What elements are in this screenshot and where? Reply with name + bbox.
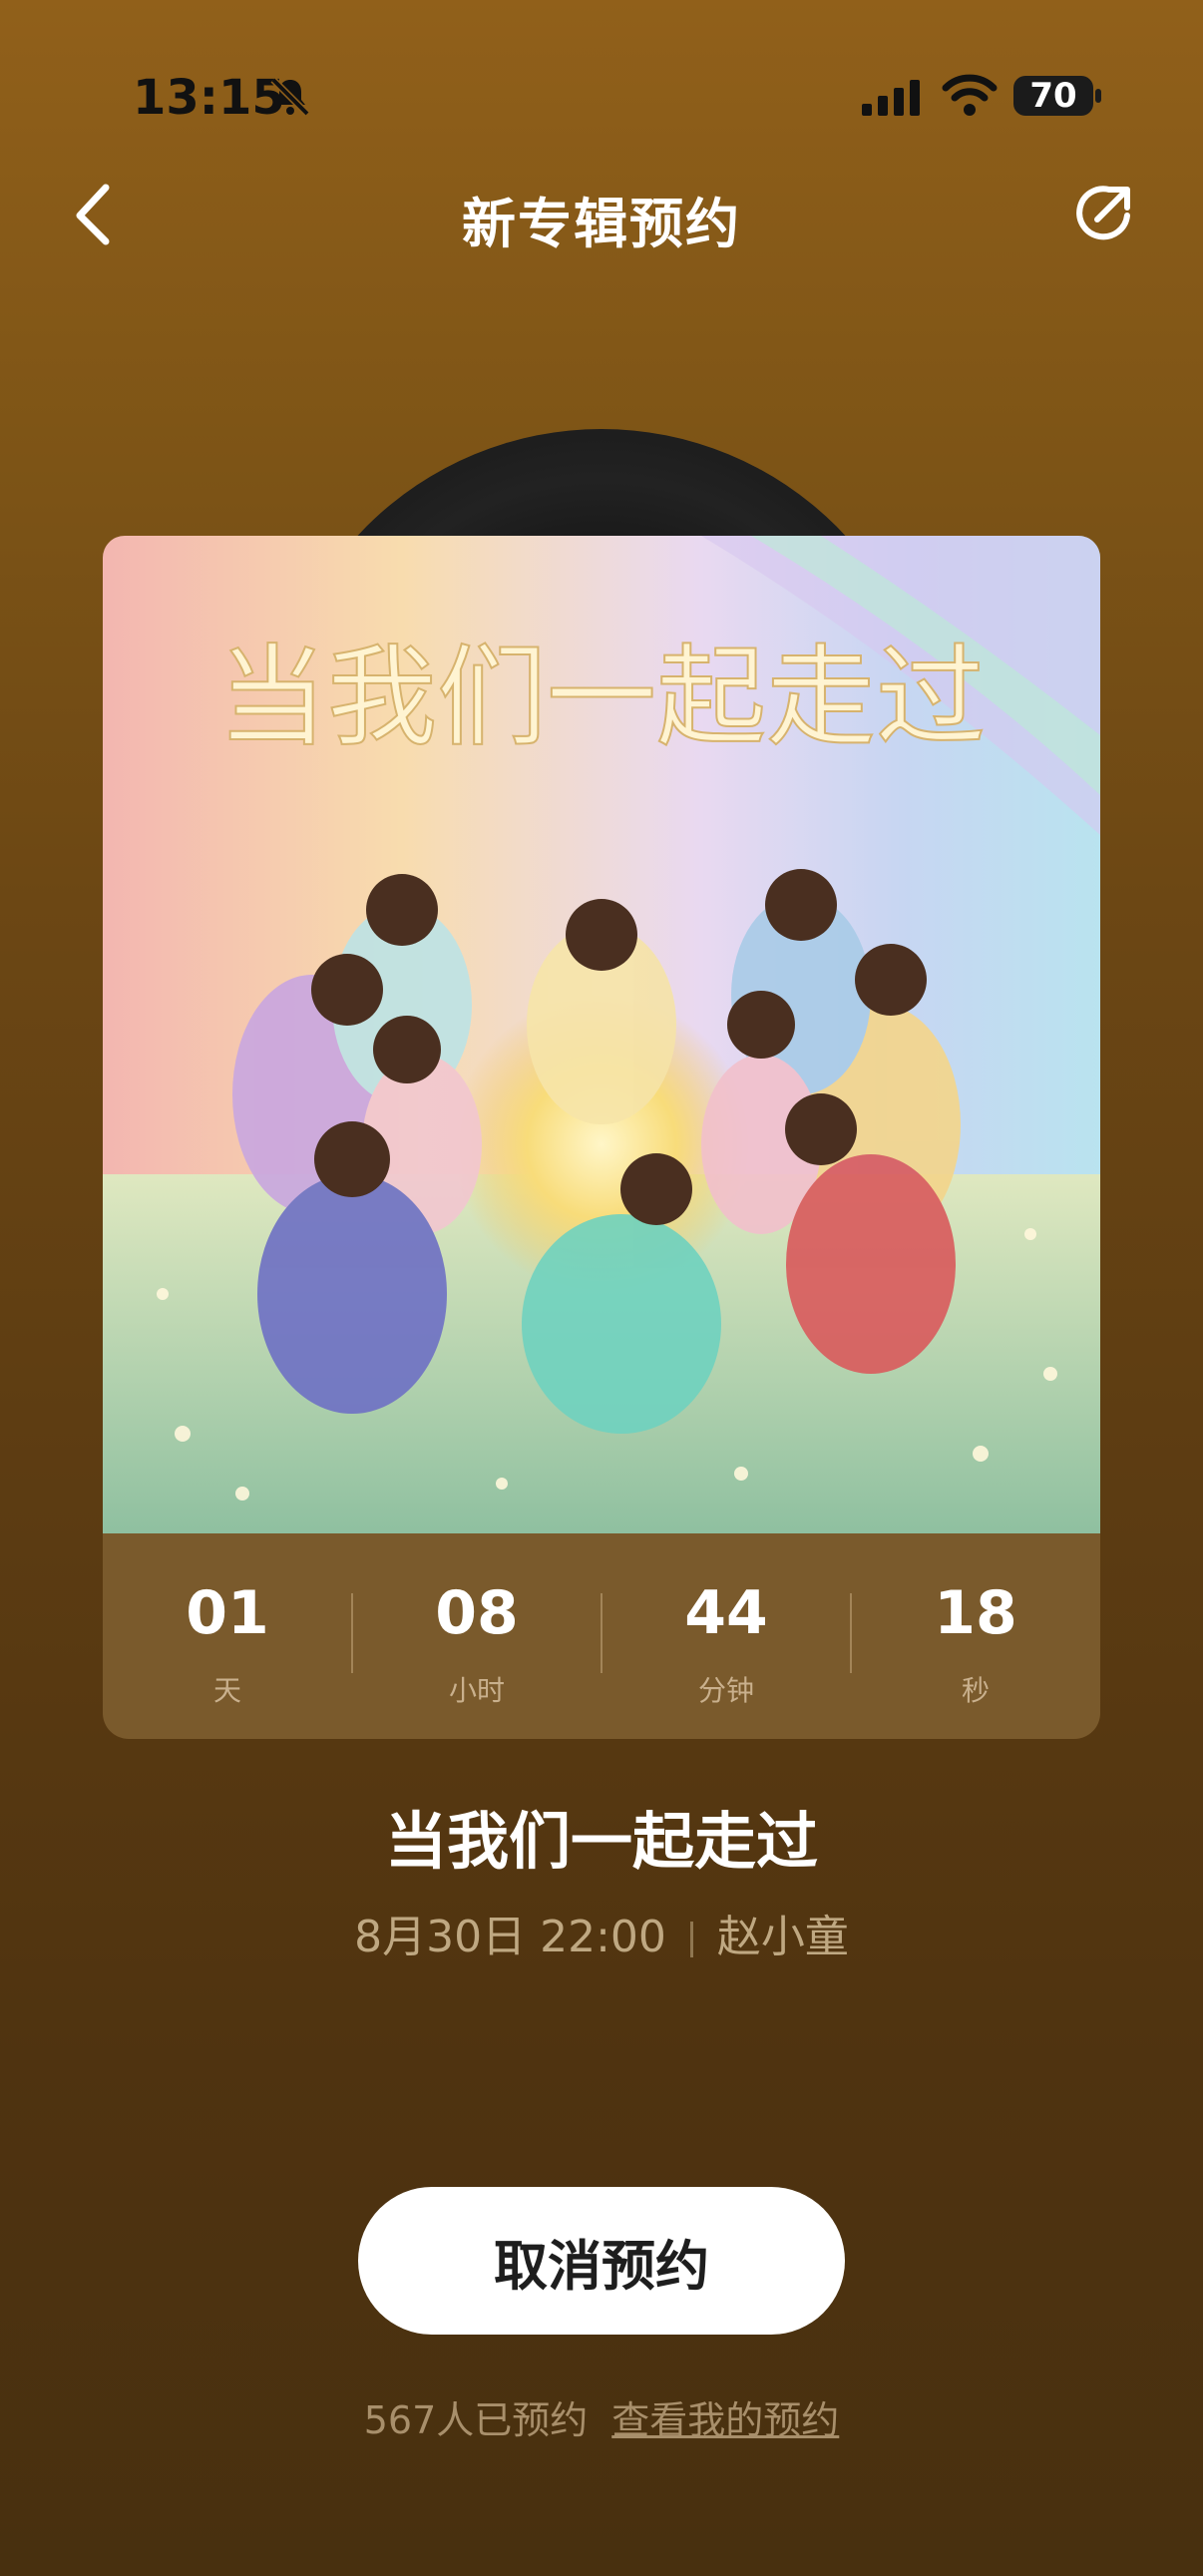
countdown-hours-unit: 小时 [448,1674,505,1707]
nav-bar: 新专辑预约 [0,170,1203,259]
countdown-minutes: 44 分钟 [602,1583,851,1709]
page-title: 新专辑预约 [462,193,741,255]
countdown-days-value: 01 [186,1578,269,1648]
album-cover: 当我们一起走过 [103,536,1100,1533]
album-meta: 8月30日 22:00 赵小童 [0,1901,1203,1964]
view-my-reservations-link[interactable]: 查看我的预约 [611,2398,839,2442]
artist-name[interactable]: 赵小童 [717,1912,849,1962]
countdown-days-unit: 天 [212,1674,241,1707]
album-cover-art: 当我们一起走过 [103,536,1100,1533]
bell-muted-icon [270,77,310,117]
cover-title-text: 当我们一起走过 [217,634,986,761]
reservation-footer: 567人已预约 查看我的预约 [0,2389,1203,2444]
album-title: 当我们一起走过 [384,1805,818,1878]
wifi-icon [942,74,998,116]
meta-separator [689,1922,693,1957]
countdown-seconds: 18 秒 [851,1583,1100,1709]
countdown-hours: 08 小时 [352,1583,602,1709]
countdown-minutes-unit: 分钟 [697,1674,754,1707]
battery-cap [1095,89,1101,103]
share-icon[interactable] [1069,176,1143,249]
reservation-count: 567人已预约 [363,2398,589,2442]
signal-icon [862,80,920,116]
release-time: 8月30日 22:00 [354,1912,666,1962]
battery-indicator: 70 [1013,76,1093,116]
status-time: 13:15 [133,70,285,126]
countdown-seconds-value: 18 [934,1578,1017,1648]
cancel-reservation-button[interactable]: 取消预约 [358,2187,845,2335]
countdown-minutes-value: 44 [684,1578,768,1648]
countdown-hours-value: 08 [435,1578,519,1648]
countdown-days: 01 天 [103,1583,352,1709]
countdown-panel: 01 天 08 小时 44 分钟 18 秒 [103,1533,1100,1739]
countdown-seconds-unit: 秒 [961,1674,990,1707]
